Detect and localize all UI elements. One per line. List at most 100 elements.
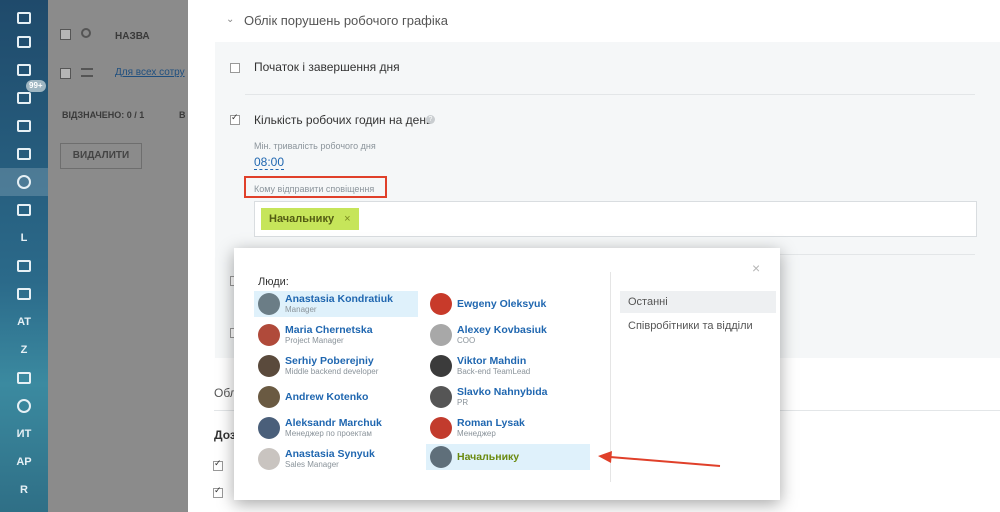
person-role: Менеджер по проектам	[285, 429, 372, 438]
sidebar-item-calendar-icon[interactable]	[0, 28, 48, 56]
notify-recipients-input[interactable]: Начальнику ×	[254, 201, 977, 237]
sidebar-item-label: AT	[17, 316, 31, 328]
sidebar-item-cart-icon[interactable]	[0, 252, 48, 280]
sidebar-item-label: R	[20, 484, 28, 496]
mail-icon	[17, 64, 31, 76]
group-icon	[430, 446, 452, 468]
group-icon	[17, 148, 31, 160]
sidebar-item-label-17[interactable]: R	[0, 476, 48, 504]
divider	[245, 94, 975, 95]
lower-checkbox[interactable]	[213, 458, 223, 471]
highlight-box	[244, 176, 387, 198]
recipient-tag[interactable]: Начальнику ×	[261, 208, 359, 230]
person-item[interactable]: Serhiy Poberejniy Middle backend develope…	[254, 353, 418, 379]
avatar	[258, 448, 280, 470]
person-item[interactable]: Anastasia Kondratiuk Manager	[254, 291, 418, 317]
avatar	[430, 386, 452, 408]
person-name: Anastasia Synyuk	[285, 448, 375, 460]
chevron-down-icon[interactable]: ⌄	[226, 14, 234, 25]
sidebar-item-bar-chart-icon[interactable]	[0, 364, 48, 392]
sidebar-item-filter-icon[interactable]: 99+	[0, 80, 48, 112]
timer-icon	[17, 399, 31, 413]
avatar	[258, 293, 280, 315]
person-item[interactable]: Aleksandr Marchuk Менеджер по проектам	[254, 415, 418, 441]
sidebar-item-label-16[interactable]: AP	[0, 448, 48, 476]
person-item[interactable]: Slavko Nahnybida PR	[426, 384, 590, 410]
group-item-label: Начальнику	[457, 451, 520, 463]
selected-extra: В	[179, 110, 186, 120]
person-name: Viktor Mahdin	[457, 355, 527, 367]
sidebar-item-clock-icon[interactable]	[0, 168, 48, 196]
person-name: Aleksandr Marchuk	[285, 417, 382, 429]
filter-icon	[17, 92, 31, 104]
cart-icon	[17, 260, 31, 272]
person-name: Alexey Kovbasiuk	[457, 324, 547, 336]
option-start-end-day: Початок і завершення дня	[254, 60, 400, 74]
person-item[interactable]: Ewgeny Oleksyuk	[426, 291, 590, 317]
person-item[interactable]: Roman Lysak Менеджер	[426, 415, 590, 441]
column-header-name[interactable]: НАЗВА	[115, 31, 150, 42]
entity-list-panel: НАЗВА Для всех сотру ВІДЗНАЧЕНО: 0 / 1 В…	[48, 0, 188, 512]
avatar	[258, 386, 280, 408]
person-name: Anastasia Kondratiuk	[285, 293, 393, 305]
person-name: Slavko Nahnybida	[457, 386, 548, 398]
person-role: Менеджер	[457, 429, 496, 438]
sidebar-item-grid-icon[interactable]	[0, 280, 48, 308]
sidebar-item-label-11[interactable]: AT	[0, 308, 48, 336]
lower-subsection-title: Доз	[214, 428, 236, 442]
checkbox-working-hours[interactable]	[230, 112, 240, 125]
sidebar-item-group-icon[interactable]	[0, 140, 48, 168]
avatar	[258, 324, 280, 346]
gear-icon[interactable]	[81, 28, 91, 38]
group-item-supervisor[interactable]: Начальнику	[426, 444, 590, 470]
avatar	[258, 417, 280, 439]
recipient-tag-label: Начальнику	[269, 213, 335, 225]
sidebar-item-timer-icon[interactable]	[0, 392, 48, 420]
min-duration-label: Мін. тривалість робочого дня	[254, 141, 376, 151]
person-item[interactable]: Anastasia Synyuk Sales Manager	[254, 446, 418, 472]
avatar	[430, 293, 452, 315]
person-name: Serhiy Poberejniy	[285, 355, 374, 367]
person-role: Sales Manager	[285, 460, 339, 469]
person-name: Maria Chernetska	[285, 324, 373, 336]
app-sidebar: 99+ L AT Z ИТ AP R	[0, 0, 48, 512]
person-role: Middle backend developer	[285, 367, 379, 376]
bar-chart-icon	[17, 372, 31, 384]
person-item[interactable]: Andrew Kotenko	[254, 384, 418, 410]
lower-checkbox[interactable]	[213, 485, 223, 498]
selected-count: ВІДЗНАЧЕНО: 0 / 1	[62, 110, 145, 120]
min-duration-value[interactable]: 08:00	[254, 155, 285, 170]
sidebar-item-label: L	[20, 232, 28, 244]
stack-icon	[17, 12, 31, 24]
avatar	[430, 417, 452, 439]
sidebar-item-label-12[interactable]: Z	[0, 336, 48, 364]
row-link[interactable]: Для всех сотру	[115, 67, 185, 78]
menu-icon[interactable]	[81, 68, 93, 77]
person-item[interactable]: Viktor Mahdin Back-end TeamLead	[426, 353, 590, 379]
sidebar-item-window-icon[interactable]	[0, 112, 48, 140]
tab-employees-departments[interactable]: Співробітники та відділи	[620, 315, 776, 337]
sidebar-item-label-15[interactable]: ИТ	[0, 420, 48, 448]
calendar-icon	[17, 36, 31, 48]
checkbox-start-end-day[interactable]	[230, 63, 240, 73]
sidebar-item-label-8[interactable]: L	[0, 224, 48, 252]
row-checkbox[interactable]	[60, 68, 71, 79]
person-item[interactable]: Alexey Kovbasiuk COO	[426, 322, 590, 348]
close-icon[interactable]: ×	[752, 260, 760, 276]
remove-tag-icon[interactable]: ×	[344, 213, 350, 225]
annotation-arrow	[598, 451, 721, 467]
sidebar-item-label: AP	[16, 456, 32, 468]
section-title[interactable]: Облік порушень робочого графіка	[244, 13, 448, 28]
sidebar-item-label: Z	[20, 344, 28, 356]
person-item[interactable]: Maria Chernetska Project Manager	[254, 322, 418, 348]
people-label: Люди:	[258, 276, 289, 288]
person-role: Back-end TeamLead	[457, 367, 531, 376]
help-icon[interactable]: ?	[426, 115, 435, 124]
clock-icon	[17, 175, 31, 189]
delete-button[interactable]: ВИДАЛИТИ	[60, 143, 142, 169]
sidebar-item-id-card-icon[interactable]	[0, 196, 48, 224]
select-all-checkbox[interactable]	[60, 29, 71, 40]
avatar	[430, 355, 452, 377]
tab-recent[interactable]: Останні	[620, 291, 776, 313]
person-name: Andrew Kotenko	[285, 391, 369, 403]
